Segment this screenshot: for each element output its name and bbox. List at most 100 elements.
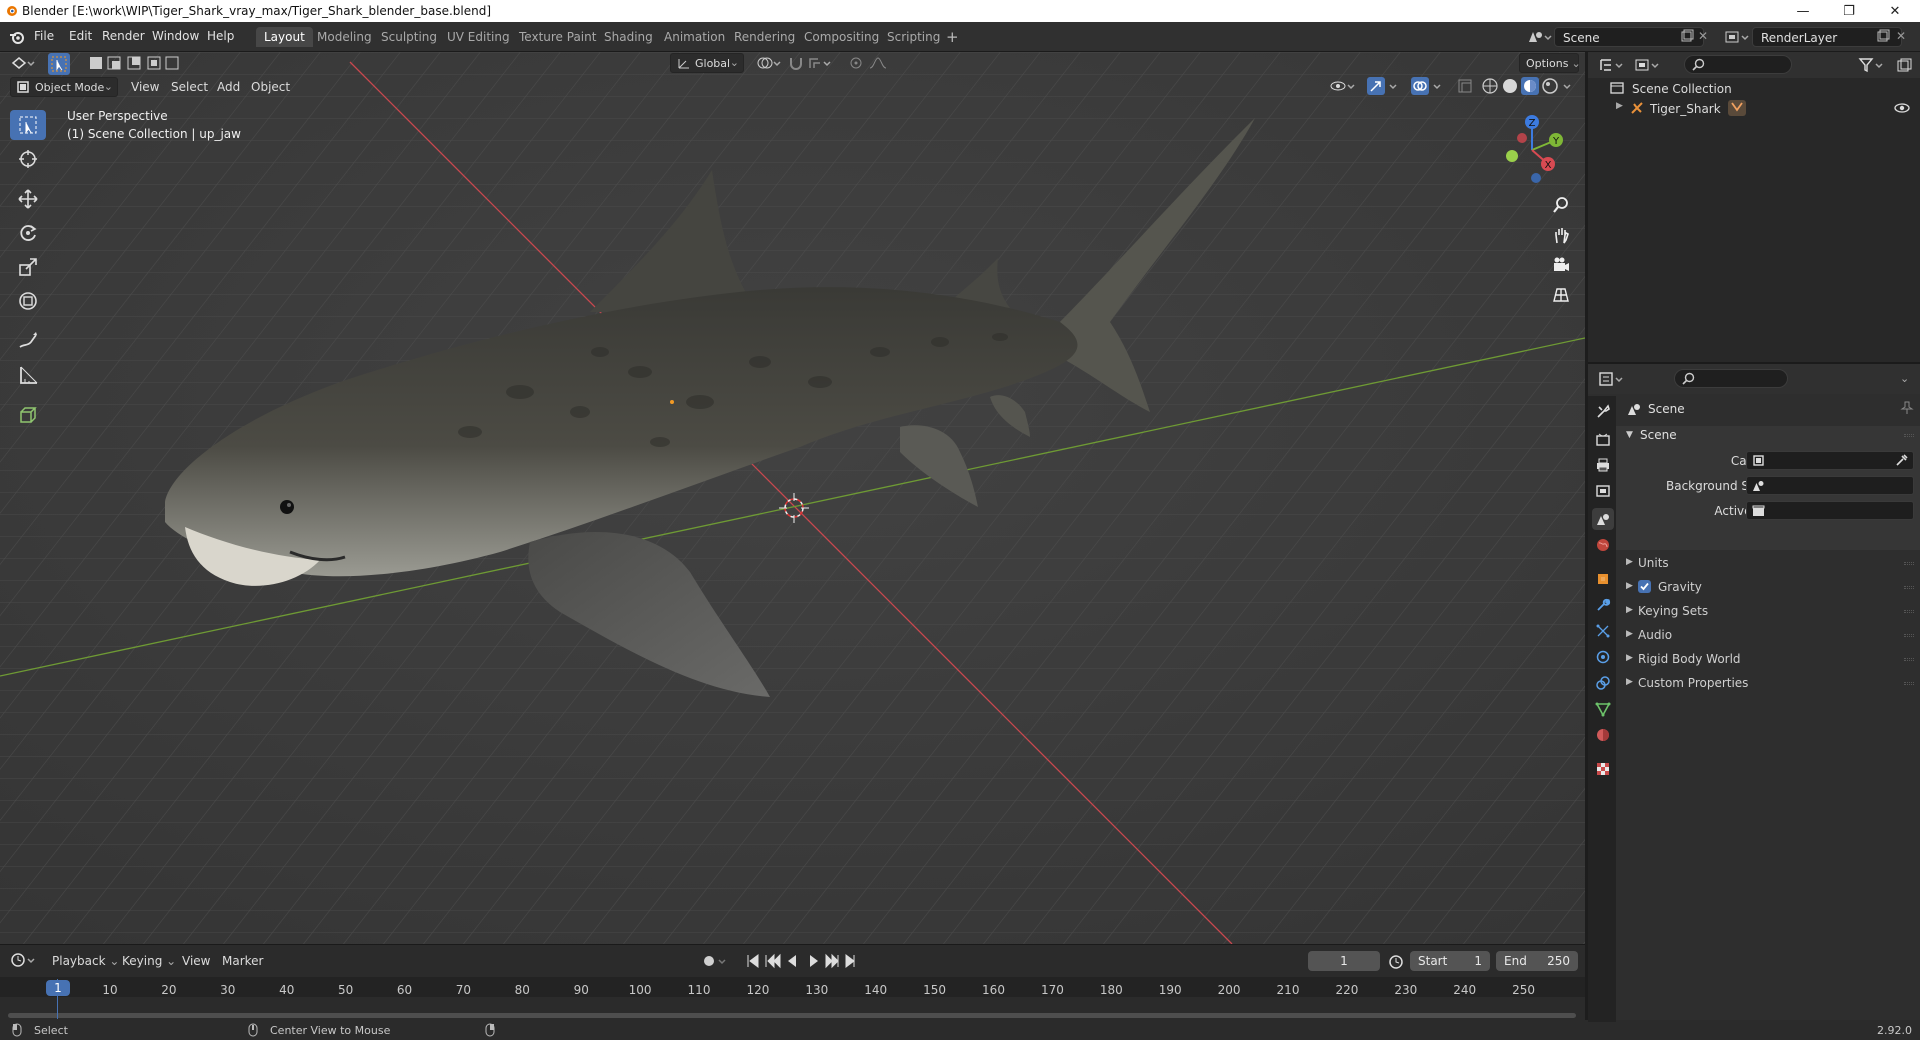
close-button[interactable]: ✕ [1872,0,1918,22]
timeline-scrollbar[interactable] [8,1013,1576,1018]
zoom-button[interactable] [1548,192,1574,218]
timeline-menu-view[interactable]: View [182,954,210,968]
3d-viewport[interactable]: Global ⌄ Options ⌄ Object Mode ⌄ View Sel… [0,52,1585,944]
camera-field[interactable] [1746,451,1914,470]
tab-output[interactable] [1592,454,1614,476]
chevron-down-icon[interactable]: ⌄ [1900,372,1909,385]
background-scene-field[interactable] [1746,476,1914,495]
add-workspace-button[interactable]: + [946,28,959,46]
panel-audio[interactable]: ▶ Audio [1616,626,1920,646]
properties-search-input[interactable] [1674,369,1788,388]
tab-view-layer[interactable] [1592,480,1614,502]
expand-arrow-icon[interactable]: ▶ [1616,101,1623,111]
display-mode-icon[interactable] [1634,56,1662,74]
outliner-scene-collection[interactable]: Scene Collection [1588,78,1920,98]
pin-icon[interactable] [1900,401,1914,415]
tab-particles[interactable] [1592,620,1614,642]
restore-button[interactable]: ❐ [1826,0,1872,22]
playback-controls-icon[interactable] [746,953,858,969]
active-clip-field[interactable] [1746,501,1914,520]
tab-sculpting[interactable]: Sculpting [373,27,445,47]
new-view-layer-icon[interactable] [1876,29,1890,43]
gravity-checkbox[interactable] [1638,580,1651,593]
timeline-editor-type-icon[interactable] [10,951,38,969]
properties-editor-type-icon[interactable] [1598,370,1626,388]
end-frame-field[interactable]: End 250 [1496,951,1578,971]
menu-file[interactable]: File [34,29,54,43]
timeline-menu-playback[interactable]: Playback ⌄ [52,954,119,968]
pivot-point-icon[interactable] [756,55,782,71]
tool-select-box[interactable] [10,110,46,140]
overlays-toggle-icon[interactable] [1410,76,1446,96]
viewport-menu-object[interactable]: Object [251,80,290,94]
panel-custom-properties[interactable]: ▶ Custom Properties [1616,674,1920,694]
tab-scripting[interactable]: Scripting [879,27,948,47]
tool-transform[interactable] [10,286,46,316]
outliner-item-tiger-shark[interactable]: ▶ Tiger_Shark [1588,98,1920,118]
menu-help[interactable]: Help [207,29,234,43]
panel-keying-sets[interactable]: ▶ Keying Sets [1616,602,1920,622]
new-scene-icon[interactable] [1680,29,1694,43]
snap-magnet-icon[interactable] [788,55,836,71]
tab-tool[interactable] [1592,400,1614,422]
panel-rigid-body-world[interactable]: ▶ Rigid Body World [1616,650,1920,670]
tab-object[interactable] [1592,568,1614,590]
tab-modeling[interactable]: Modeling [309,27,380,47]
xray-toggle-icon[interactable] [1457,78,1473,94]
viewport-menu-view[interactable]: View [131,80,159,94]
new-collection-icon[interactable] [1896,57,1912,73]
panel-gravity[interactable]: ▶ Gravity [1616,578,1920,598]
playhead-frame[interactable]: 1 [46,980,70,996]
properties-editor[interactable]: ⌄ Scene ▼ Scene Camera Background Scene … [1588,362,1920,1022]
delete-scene-icon[interactable]: ✕ [1698,29,1708,43]
eyedropper-icon[interactable] [1895,454,1908,467]
options-dropdown[interactable]: Options ⌄ [1519,53,1581,73]
tool-cursor[interactable] [10,144,46,174]
tool-add-cube[interactable] [10,400,46,430]
tab-world[interactable] [1592,534,1614,556]
current-frame-field[interactable]: 1 [1308,951,1380,971]
scene-browse-icon[interactable] [1526,28,1552,46]
outliner-editor-type-icon[interactable] [1598,56,1626,74]
view-layer-browse-icon[interactable] [1724,28,1750,46]
tab-material[interactable] [1592,724,1614,746]
tab-modifiers[interactable] [1592,594,1614,616]
start-frame-field[interactable]: Start 1 [1410,951,1490,971]
tool-move[interactable] [10,184,46,214]
panel-collapse-arrow-icon[interactable]: ▼ [1626,430,1633,440]
tab-scene[interactable] [1592,508,1614,530]
visibility-eye-icon[interactable] [1894,101,1910,115]
camera-view-button[interactable] [1548,252,1574,278]
interaction-mode-dropdown[interactable]: Object Mode ⌄ [10,77,118,97]
navigation-gizmo[interactable]: Z Y X [1490,110,1570,190]
timeline-editor[interactable]: Playback ⌄ Keying ⌄ View Marker 1 Start … [0,944,1585,1020]
viewport-menu-select[interactable]: Select [171,80,208,94]
preview-range-clock-icon[interactable] [1388,954,1404,970]
tool-rotate[interactable] [10,218,46,248]
transform-orientation-dropdown[interactable]: Global ⌄ [670,53,744,73]
tab-constraints[interactable] [1592,672,1614,694]
tab-render[interactable] [1592,428,1614,450]
tab-texture-paint[interactable]: Texture Paint [511,27,604,47]
gizmo-toggle-icon[interactable] [1366,76,1402,96]
visibility-eye-icon[interactable] [1330,78,1356,94]
outliner-editor[interactable]: Scene Collection ▶ Tiger_Shark [1588,52,1920,362]
menu-render[interactable]: Render [102,29,145,43]
outliner-search-input[interactable] [1684,55,1792,74]
object-data-icon[interactable] [1728,100,1746,116]
select-mode-toggle[interactable] [48,53,70,75]
timeline-menu-keying[interactable]: Keying ⌄ [122,954,176,968]
menu-edit[interactable]: Edit [69,29,92,43]
proportional-editing-icon[interactable] [848,55,896,71]
selection-box-modes-icon[interactable] [88,55,184,71]
editor-type-icon[interactable] [10,54,38,72]
viewport-menu-add[interactable]: Add [217,80,240,94]
tab-layout[interactable]: Layout [256,27,313,47]
drag-handle-icon[interactable] [1904,434,1914,437]
pan-button[interactable] [1548,222,1574,248]
tab-shading[interactable]: Shading [596,27,661,47]
delete-view-layer-icon[interactable]: ✕ [1896,29,1906,43]
perspective-toggle-button[interactable] [1548,282,1574,308]
tab-rendering[interactable]: Rendering [726,27,803,47]
tool-scale[interactable] [10,252,46,282]
